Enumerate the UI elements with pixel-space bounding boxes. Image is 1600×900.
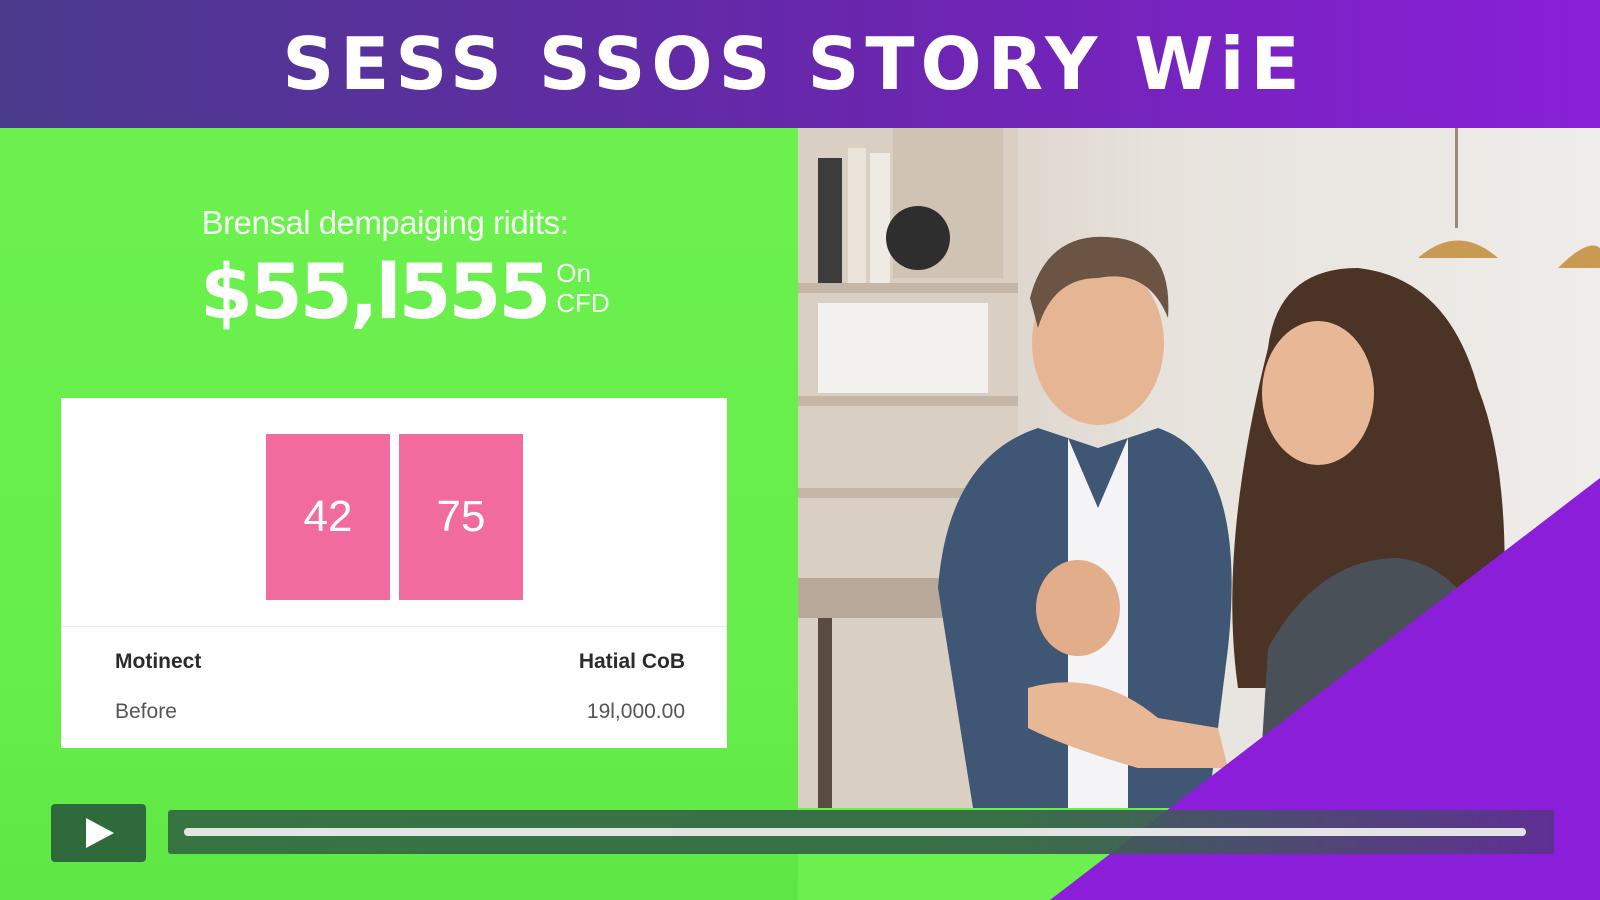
progress-line <box>184 828 1526 836</box>
stat-value-group: $55,l555 On CFD <box>200 250 610 334</box>
bar-second: 75 <box>399 434 523 600</box>
table-cell-label: Before <box>115 700 177 723</box>
video-frame: SESS SSOS STORY WiE Brensal dempaiging r… <box>0 0 1600 900</box>
table-header-left: Motinect <box>115 650 202 673</box>
stat-suffix: On CFD <box>556 258 609 318</box>
stat-label: Brensal dempaiging ridits: <box>201 204 569 241</box>
bar-first: 42 <box>266 434 390 600</box>
progress-bar[interactable] <box>168 810 1554 854</box>
couple-photo <box>798 128 1600 808</box>
play-button[interactable] <box>51 804 146 862</box>
stats-panel: Brensal dempaiging ridits: $55,l555 On C… <box>0 128 798 900</box>
play-icon <box>85 818 114 848</box>
table-cell-value: 19l,000.00 <box>586 700 685 723</box>
comparison-card: 42 75 Motinect Hatial CoB Before 19l,000… <box>61 398 727 748</box>
photo-illustration <box>798 128 1600 808</box>
progress-fill <box>184 828 1526 836</box>
card-divider <box>61 626 727 627</box>
stat-suffix-bottom: CFD <box>556 288 610 318</box>
stat-suffix-top: On <box>556 258 591 288</box>
stat-value: $55,l555 <box>200 247 551 336</box>
banner-title: SESS SSOS STORY WiE <box>282 22 1306 106</box>
table-header-right: Hatial CoB <box>578 650 685 673</box>
title-banner: SESS SSOS STORY WiE <box>0 0 1600 128</box>
table-header-row: Motinect Hatial CoB <box>115 650 685 674</box>
bar-group: 42 75 <box>266 434 523 600</box>
table-row: Before 19l,000.00 <box>115 700 685 724</box>
